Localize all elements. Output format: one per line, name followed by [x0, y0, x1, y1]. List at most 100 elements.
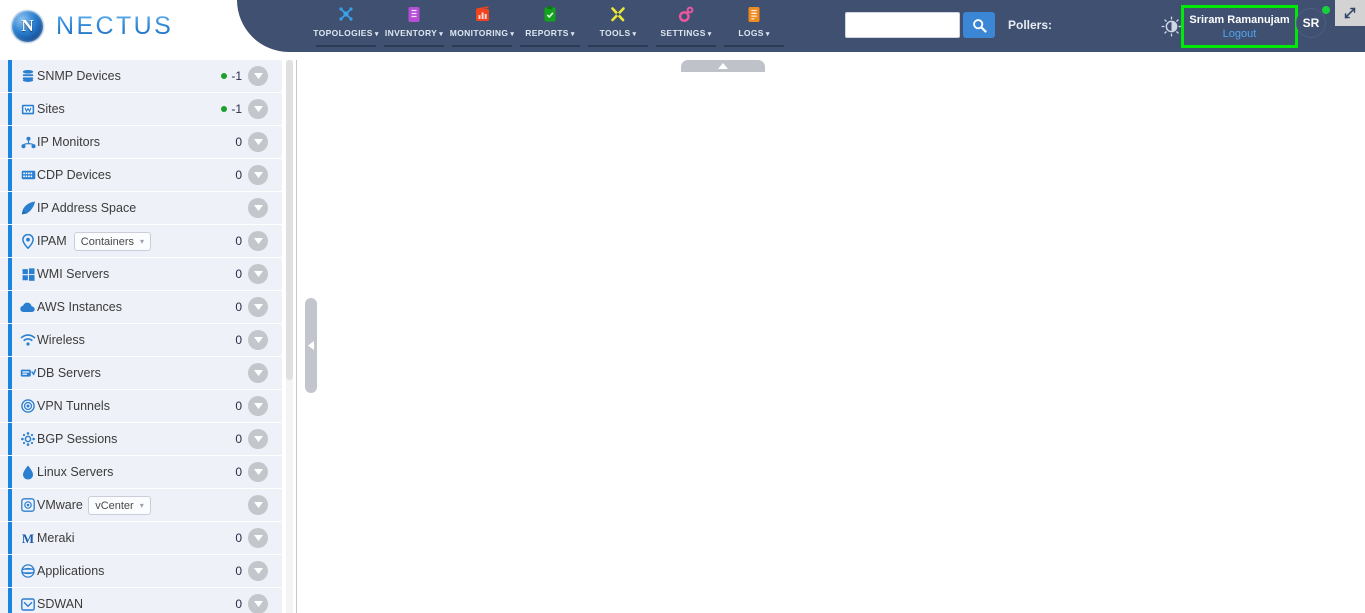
chevron-down-icon [253, 304, 263, 310]
avatar-wrapper[interactable]: SR [1296, 6, 1330, 42]
sidebar-collapse-handle[interactable] [305, 298, 317, 393]
sidebar-item-expand-button[interactable] [248, 99, 268, 119]
sidebar-item-sites[interactable]: Sites -1 [0, 93, 282, 125]
sidebar-item-vmware[interactable]: VMware vCenter ▾ [0, 489, 282, 521]
nav-settings[interactable]: SETTINGS ▾ [652, 0, 720, 50]
row-accent-bar [8, 225, 12, 257]
avatar[interactable]: SR [1296, 8, 1326, 38]
row-accent-bar [8, 555, 12, 587]
sdwan-icon [20, 588, 36, 613]
sidebar-item-bgp-sessions[interactable]: BGP Sessions 0 [0, 423, 282, 455]
sidebar-item-expand-button[interactable] [248, 561, 268, 581]
main-content-pane [300, 52, 1365, 613]
sidebar-item-label: Applications [37, 564, 105, 578]
sidebar-scrollbar-thumb[interactable] [286, 60, 293, 380]
sidebar-item-count: 0 [235, 324, 242, 356]
row-accent-bar [8, 390, 12, 422]
sidebar-item-label: IP Address Space [37, 201, 137, 215]
sidebar-item-expand-button[interactable] [248, 363, 268, 383]
nav-underline [724, 45, 784, 47]
sidebar-item-snmp-devices[interactable]: SNMP Devices -1 [0, 60, 282, 92]
sidebar-item-db-servers[interactable]: DB Servers [0, 357, 282, 389]
count-value: 0 [235, 432, 242, 446]
chevron-down-icon [253, 172, 263, 178]
sidebar-item-ip-address-space[interactable]: IP Address Space [0, 192, 282, 224]
location-icon [20, 225, 36, 257]
logout-link[interactable]: Logout [1223, 27, 1257, 41]
sidebar-item-expand-button[interactable] [248, 330, 268, 350]
chevron-down-icon [253, 436, 263, 442]
nav-inventory[interactable]: INVENTORY ▾ [380, 0, 448, 50]
sidebar-item-expand-button[interactable] [248, 297, 268, 317]
chevron-down-icon [253, 271, 263, 277]
sidebar-item-count: -1 [221, 93, 242, 125]
chevron-up-icon [718, 63, 728, 69]
sidebar-item-expand-button[interactable] [248, 165, 268, 185]
sidebar-item-applications[interactable]: Applications 0 [0, 555, 282, 587]
sidebar-item-dropdown[interactable]: vCenter ▾ [88, 496, 151, 515]
status-dot-icon [221, 73, 228, 79]
count-value: 0 [235, 234, 242, 248]
count-value: 0 [235, 333, 242, 347]
sidebar-item-count: 0 [235, 555, 242, 587]
nav-logs-label: LOGS ▾ [738, 28, 770, 38]
count-value: -1 [231, 69, 242, 83]
sidebar-item-count: 0 [235, 159, 242, 191]
nav-underline [656, 45, 716, 47]
row-accent-bar [8, 192, 12, 224]
sidebar-item-count: 0 [235, 588, 242, 613]
sidebar-item-label: VMware [37, 498, 83, 512]
nav-reports[interactable]: REPORTS ▾ [516, 0, 584, 50]
sidebar-item-expand-button[interactable] [248, 429, 268, 449]
sidebar-item-expand-button[interactable] [248, 198, 268, 218]
sidebar-item-expand-button[interactable] [248, 462, 268, 482]
sidebar-item-expand-button[interactable] [248, 264, 268, 284]
sidebar-item-wireless[interactable]: Wireless 0 [0, 324, 282, 356]
sidebar-item-expand-button[interactable] [248, 231, 268, 251]
search-input[interactable] [845, 12, 960, 38]
brand-logo[interactable]: N NECTUS [0, 0, 237, 52]
nav-topologies[interactable]: TOPOLOGIES ▾ [312, 0, 380, 50]
sidebar-item-ipam[interactable]: IPAM Containers ▾ 0 [0, 225, 282, 257]
sidebar-item-expand-button[interactable] [248, 495, 268, 515]
sidebar-item-vpn-tunnels[interactable]: VPN Tunnels 0 [0, 390, 282, 422]
expand-fullscreen-button[interactable] [1335, 0, 1365, 26]
sidebar-item-expand-button[interactable] [248, 132, 268, 152]
chevron-down-icon: ▾ [140, 237, 145, 246]
sidebar-item-linux-servers[interactable]: Linux Servers 0 [0, 456, 282, 488]
count-value: 0 [235, 531, 242, 545]
user-account-box[interactable]: Sriram Ramanujam Logout [1181, 5, 1298, 48]
row-accent-bar [8, 456, 12, 488]
sidebar-item-expand-button[interactable] [248, 528, 268, 548]
sidebar-item-sdwan[interactable]: SDWAN 0 [0, 588, 282, 613]
count-value: 0 [235, 300, 242, 314]
chevron-down-icon [253, 139, 263, 145]
nav-monitoring[interactable]: MONITORING ▾ [448, 0, 516, 50]
row-accent-bar [8, 324, 12, 356]
sites-icon [20, 93, 36, 125]
nav-logs[interactable]: LOGS ▾ [720, 0, 788, 50]
sidebar-item-dropdown[interactable]: Containers ▾ [73, 232, 152, 251]
sidebar-item-count: 0 [235, 423, 242, 455]
sidebar-item-count: 0 [235, 291, 242, 323]
count-value: 0 [235, 267, 242, 281]
sidebar-item-count: 0 [235, 522, 242, 554]
sidebar-item-meraki[interactable]: M Meraki 0 [0, 522, 282, 554]
sidebar-item-ip-monitors[interactable]: IP Monitors 0 [0, 126, 282, 158]
sidebar-item-expand-button[interactable] [248, 396, 268, 416]
sidebar-item-count: 0 [235, 456, 242, 488]
theme-toggle-button[interactable] [1161, 16, 1182, 37]
count-value: 0 [235, 399, 242, 413]
search-button[interactable] [963, 12, 995, 38]
sidebar-item-wmi-servers[interactable]: WMI Servers 0 [0, 258, 282, 290]
sidebar-item-cdp-devices[interactable]: CDP Devices 0 [0, 159, 282, 191]
sidebar-item-aws-instances[interactable]: AWS Instances 0 [0, 291, 282, 323]
sidebar-item-expand-button[interactable] [248, 594, 268, 613]
user-name: Sriram Ramanujam [1189, 13, 1290, 26]
nav-settings-label: SETTINGS ▾ [660, 28, 712, 38]
status-dot [1322, 6, 1330, 14]
sidebar-item-expand-button[interactable] [248, 66, 268, 86]
nav-tools[interactable]: TOOLS ▾ [584, 0, 652, 50]
chevron-left-icon [307, 341, 314, 350]
panel-collapse-tab[interactable] [681, 60, 765, 72]
